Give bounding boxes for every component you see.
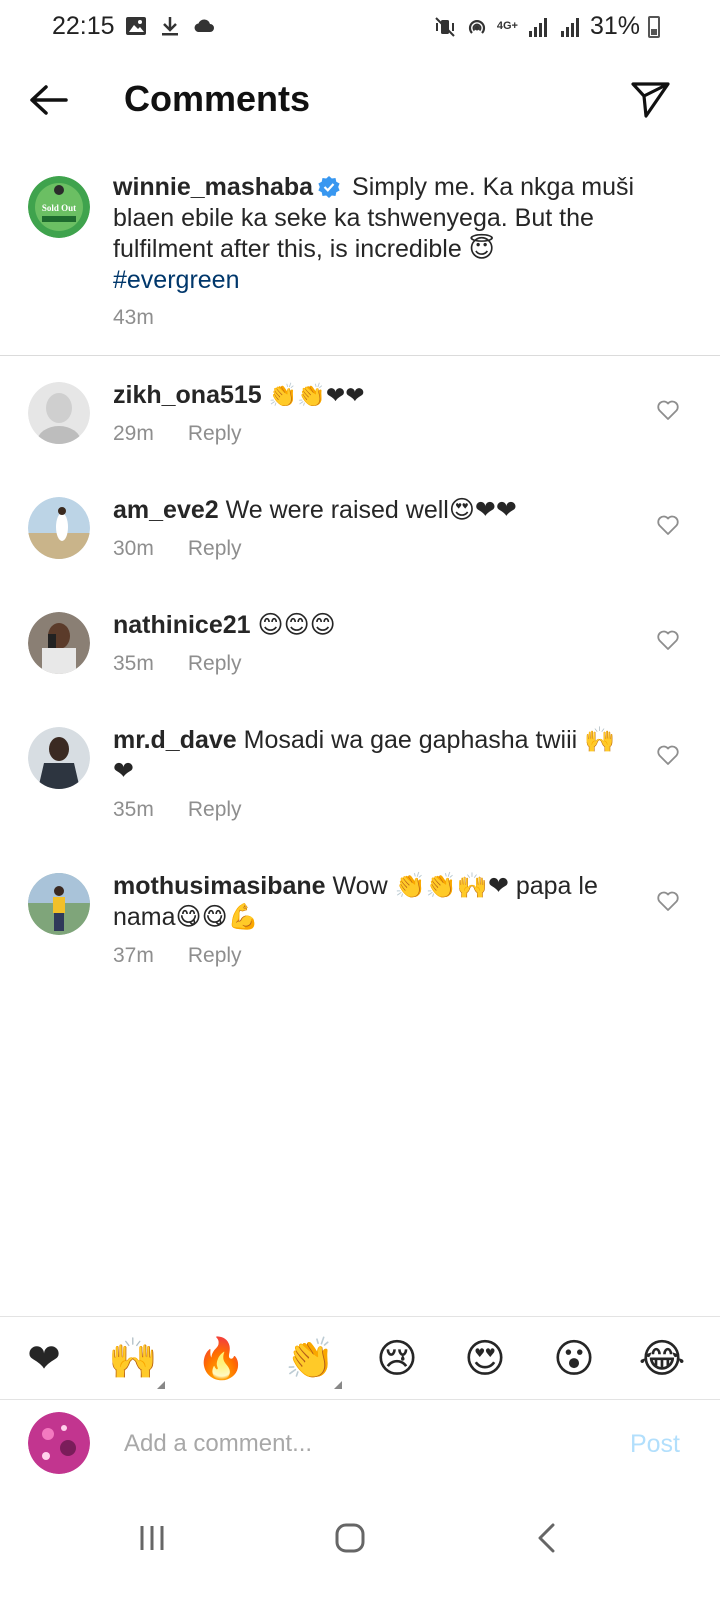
heart-outline-icon[interactable] — [656, 889, 680, 913]
avatar[interactable] — [28, 612, 90, 674]
emoji-heart-button[interactable]: ❤ — [18, 1333, 70, 1385]
emoji-crying-button[interactable]: 😢 — [371, 1333, 423, 1385]
comment-timestamp: 30m — [113, 537, 154, 560]
caption-text-block: winnie_mashaba Simply me. Ka nkga muši b… — [113, 172, 673, 296]
network-type: 4G+ — [496, 20, 518, 32]
avatar[interactable] — [28, 497, 90, 559]
caption-hashtag[interactable]: #evergreen — [113, 266, 239, 294]
comment-timestamp: 35m — [113, 652, 154, 675]
reply-button[interactable]: Reply — [188, 537, 242, 561]
status-time: 22:15 — [52, 12, 115, 40]
download-icon — [162, 17, 178, 36]
reply-button[interactable]: Reply — [188, 944, 242, 968]
reply-button[interactable]: Reply — [188, 652, 242, 676]
post-button[interactable]: Post — [630, 1430, 680, 1459]
comment-text: We were raised well😍❤❤ — [225, 496, 517, 524]
comment-text-block: zikh_ona515 👏👏❤❤ — [113, 380, 633, 412]
comment-meta: 29m Reply — [113, 422, 242, 446]
post-caption: Sold Out winnie_mashaba Simply me. Ka nk… — [0, 170, 720, 356]
comment-meta: 37m Reply — [113, 944, 242, 968]
avatar[interactable] — [28, 727, 90, 789]
emoji-clap-button[interactable]: 👏 — [284, 1333, 342, 1389]
paper-plane-icon[interactable] — [630, 78, 672, 120]
avatar[interactable]: Sold Out — [28, 176, 90, 238]
avatar[interactable] — [28, 873, 90, 935]
variant-indicator — [157, 1381, 165, 1389]
heart-outline-icon[interactable] — [656, 628, 680, 652]
status-bar: 22:15 4G+ 31% — [0, 0, 720, 54]
emoji-heart-eyes-button[interactable]: 😍 — [459, 1333, 511, 1385]
comment-timestamp: 35m — [113, 798, 154, 821]
comment-input[interactable] — [124, 1422, 594, 1466]
svg-text:Sold Out: Sold Out — [42, 203, 76, 213]
emoji-surprised-button[interactable]: 😮 — [548, 1333, 600, 1385]
status-left-icons — [124, 14, 216, 38]
battery-percent: 31% — [589, 12, 640, 40]
home-icon[interactable] — [326, 1514, 374, 1562]
comment-timestamp: 29m — [113, 422, 154, 445]
reply-button[interactable]: Reply — [188, 422, 242, 446]
heart-outline-icon[interactable] — [656, 513, 680, 537]
system-navigation-bar — [0, 1492, 720, 1600]
battery-icon — [648, 15, 660, 38]
comment-text: 👏👏❤❤ — [268, 383, 365, 409]
comment-username[interactable]: mothusimasibane — [113, 872, 326, 900]
comment-composer: Post — [0, 1400, 720, 1492]
reply-button[interactable]: Reply — [188, 798, 242, 822]
signal-icon — [528, 17, 547, 37]
signal-icon — [560, 17, 579, 37]
emoji-fire-button[interactable]: 🔥 — [195, 1333, 247, 1385]
comment-username[interactable]: nathinice21 — [113, 611, 251, 639]
heart-outline-icon[interactable] — [656, 743, 680, 767]
recent-apps-icon[interactable] — [128, 1514, 176, 1562]
heart-outline-icon[interactable] — [656, 398, 680, 422]
comment-text-block: mothusimasibane Wow 👏👏🙌❤ papa le nama😋😋💪 — [113, 871, 633, 933]
avatar[interactable] — [28, 1412, 90, 1474]
comment-meta: 35m Reply — [113, 798, 242, 822]
caption-username[interactable]: winnie_mashaba — [113, 173, 313, 201]
emoji-tears-of-joy-button[interactable]: 😂 — [636, 1333, 688, 1385]
comment-username[interactable]: mr.d_dave — [113, 726, 237, 754]
cloud-icon — [194, 19, 214, 32]
comment-username[interactable]: zikh_ona515 — [113, 381, 262, 409]
comment-text-block: nathinice21 😊😊😊 — [113, 610, 633, 641]
header: Comments — [0, 70, 720, 132]
image-icon — [126, 17, 146, 35]
avatar[interactable] — [28, 382, 90, 444]
page-title: Comments — [124, 78, 311, 119]
comment-meta: 35m Reply — [113, 652, 242, 676]
variant-indicator — [334, 1381, 342, 1389]
arrow-left-icon[interactable] — [28, 82, 70, 118]
comment-text-block: mr.d_dave Mosadi wa gae gaphasha twiii 🙌… — [113, 725, 633, 787]
comment-text-block: am_eve2 We were raised well😍❤❤ — [113, 495, 633, 526]
emoji-glyph: 🙌 — [108, 1336, 158, 1382]
emoji-raised-hands-button[interactable]: 🙌 — [107, 1333, 165, 1389]
emoji-quick-bar: ❤ 🙌 🔥 👏 😢 😍 😮 😂 — [0, 1316, 720, 1400]
mute-vibrate-icon — [435, 16, 455, 37]
comment-timestamp: 37m — [113, 944, 154, 967]
hotspot-icon — [468, 19, 485, 34]
comment-username[interactable]: am_eve2 — [113, 496, 219, 524]
comment-text: 😊😊😊 — [257, 611, 336, 639]
emoji-glyph: 👏 — [285, 1336, 335, 1382]
status-right: 4G+ 31% — [433, 12, 660, 41]
verified-badge-icon — [318, 176, 340, 198]
comment-meta: 30m Reply — [113, 537, 242, 561]
caption-timestamp: 43m — [113, 306, 154, 329]
back-nav-icon[interactable] — [524, 1514, 572, 1562]
